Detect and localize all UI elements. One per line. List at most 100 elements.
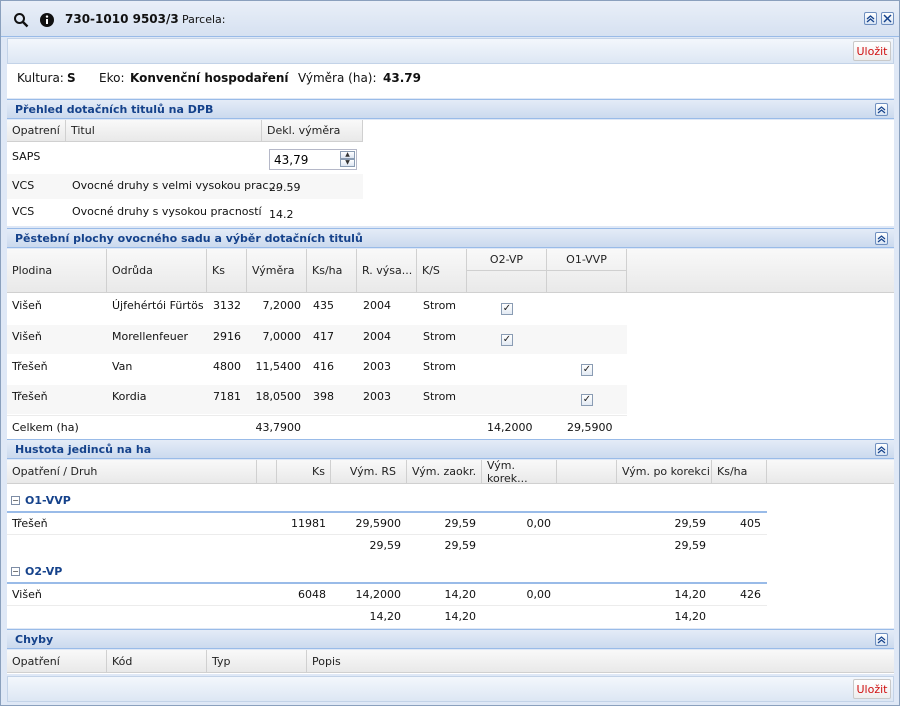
collapse-section-icon[interactable]	[875, 103, 888, 116]
column-header-opatreni[interactable]: Opatrení	[7, 120, 66, 141]
table-row[interactable]: Višeň Újfehértói Fürtös 3132 7,2000 435 …	[7, 294, 627, 324]
total-vymera: 43,7900	[255, 421, 302, 434]
column-header-titul[interactable]: Titul	[66, 120, 262, 141]
grid-header: Opatření / Druh Ks Vým. RS Vým. zaokr. V…	[7, 459, 894, 485]
cell-vym-po-korekci: 29,59	[674, 517, 707, 530]
column-header-typ[interactable]: Typ	[207, 650, 307, 672]
table-row[interactable]: Třešeň Kordia 7181 18,0500 398 2003 Stro…	[7, 385, 627, 414]
table-row[interactable]: VCS Ovocné druhy s vysokou pracností 14.…	[7, 200, 363, 225]
cell-ksha: 417	[313, 330, 334, 343]
collapse-group-icon[interactable]: −	[11, 567, 20, 576]
sum-vym-rs: 29,59	[369, 539, 402, 552]
section-dotacni-tituly-header[interactable]: Přehled dotačních titulů na DPB	[7, 99, 894, 119]
sum-vym-zaokr: 29,59	[444, 539, 477, 552]
parcela-label: Parcela:	[182, 13, 226, 26]
column-header-opatreni[interactable]: Opatření	[7, 650, 107, 672]
column-header-ksha[interactable]: Ks/ha	[307, 249, 357, 292]
total-label: Celkem (ha)	[12, 421, 79, 434]
kultura-value: S	[67, 71, 76, 85]
sum-vym-po-korekci: 14,20	[674, 610, 707, 623]
cell-ks: 4800	[213, 360, 241, 373]
column-header-o2-vp[interactable]: O2-VP	[467, 249, 547, 271]
cell-ks: 2916	[213, 330, 241, 343]
grid-header: Opatření Kód Typ Popis	[7, 650, 894, 673]
column-header-vym-korekce[interactable]: Vým. korek...	[482, 459, 557, 485]
column-header-odruda[interactable]: Odrůda	[107, 249, 207, 292]
spinner-down-icon[interactable]: ▼	[340, 159, 355, 167]
column-header-vymera[interactable]: Výměra	[247, 249, 307, 292]
window-titlebar: 730-1010 9503/3 Parcela:	[1, 1, 899, 37]
o2-vp-checkbox[interactable]: ✓	[501, 303, 513, 315]
cell-vym-po-korekci: 14,20	[674, 588, 707, 601]
vymera-value: 43.79	[383, 71, 421, 85]
collapse-section-icon[interactable]	[875, 443, 888, 456]
cell-odruda: Van	[112, 360, 133, 373]
table-row[interactable]: Višeň 6048 14,2000 14,20 0,00 14,20 426	[7, 584, 767, 605]
table-row[interactable]: SAPS ▲ ▼	[7, 143, 363, 173]
cell-vymera: 18,0500	[255, 390, 302, 403]
group-header-o1-vvp[interactable]: − O1-VVP	[7, 492, 767, 513]
column-subheader	[547, 271, 627, 293]
spinner-up-icon[interactable]: ▲	[340, 151, 355, 159]
cell-rok: 2003	[363, 360, 391, 373]
close-icon[interactable]	[881, 12, 894, 25]
table-total-row: Celkem (ha) 43,7900 14,2000 29,5900	[7, 415, 627, 437]
column-header-dekl-vymera[interactable]: Dekl. výměra	[262, 120, 363, 141]
dekl-vymera-spinner[interactable]: ▲ ▼	[269, 149, 357, 170]
collapse-section-icon[interactable]	[875, 232, 888, 245]
save-button-top[interactable]: Uložit	[853, 41, 891, 61]
column-header-opatreni-druh[interactable]: Opatření / Druh	[7, 460, 257, 483]
total-o2: 14,2000	[487, 421, 533, 434]
grid-header: Opatrení Titul Dekl. výměra	[7, 120, 363, 142]
cell-opatreni: SAPS	[12, 150, 41, 163]
cell-plodina: Třešeň	[12, 360, 48, 373]
column-header-kod[interactable]: Kód	[107, 650, 207, 672]
o1-vvp-checkbox[interactable]: ✓	[581, 364, 593, 376]
cell-druh: Višeň	[12, 588, 42, 601]
collapse-section-icon[interactable]	[875, 633, 888, 646]
info-icon[interactable]	[39, 12, 55, 28]
group-title: O1-VVP	[25, 494, 71, 507]
column-header-vym-rs[interactable]: Vým. RS	[331, 460, 407, 483]
cell-ksha: 416	[313, 360, 334, 373]
column-header-rok-vysadby[interactable]: R. výsa...	[357, 249, 417, 292]
search-icon[interactable]	[13, 12, 29, 28]
cell-vym-rs: 29,5900	[355, 517, 402, 530]
group-header-o2-vp[interactable]: − O2-VP	[7, 563, 767, 584]
column-header-ksha[interactable]: Ks/ha	[712, 460, 767, 483]
column-header-vym-po-korekci[interactable]: Vým. po korekci	[617, 460, 712, 483]
dekl-vymera-input[interactable]	[271, 151, 339, 168]
column-header-ks-type[interactable]: K/S	[417, 249, 467, 292]
sum-vym-zaokr: 14,20	[444, 610, 477, 623]
section-title: Hustota jedinců na ha	[15, 443, 152, 456]
cell-ks: 6048	[298, 588, 326, 601]
info-bar: Kultura: S Eko: Konvenční hospodaření Vý…	[7, 64, 894, 98]
cell-rok: 2004	[363, 299, 391, 312]
cell-odruda: Kordia	[112, 390, 147, 403]
grid-header: Plodina Odrůda Ks Výměra Ks/ha R. výsa..…	[7, 249, 894, 293]
eko-value: Konvenční hospodaření	[130, 71, 289, 85]
collapse-group-icon[interactable]: −	[11, 496, 20, 505]
column-header-plodina[interactable]: Plodina	[7, 249, 107, 292]
section-hustota-header[interactable]: Hustota jedinců na ha	[7, 439, 894, 459]
group-summary-row: 14,20 14,20 14,20	[7, 605, 767, 626]
cell-ksha: 435	[313, 299, 334, 312]
dotacni-tituly-grid: Opatrení Titul Dekl. výměra SAPS ▲ ▼ VCS…	[7, 120, 894, 226]
cell-vym-zaokr: 29,59	[444, 517, 477, 530]
section-pestebni-plochy-header[interactable]: Pěstební plochy ovocného sadu a výběr do…	[7, 228, 894, 248]
table-row[interactable]: Višeň Morellenfeuer 2916 7,0000 417 2004…	[7, 325, 627, 354]
column-header-popis[interactable]: Popis	[307, 650, 894, 672]
column-header-o1-vvp[interactable]: O1-VVP	[547, 249, 627, 271]
column-header-vym-zaokr[interactable]: Vým. zaokr.	[407, 460, 482, 483]
table-row[interactable]: Třešeň Van 4800 11,5400 416 2003 Strom ✓	[7, 355, 627, 384]
save-button-bottom[interactable]: Uložit	[853, 679, 891, 699]
column-header-ks[interactable]: Ks	[207, 249, 247, 292]
section-chyby-header[interactable]: Chyby	[7, 629, 894, 649]
o1-vvp-checkbox[interactable]: ✓	[581, 394, 593, 406]
cell-vym-korekce: 0,00	[526, 588, 552, 601]
table-row[interactable]: Třešeň 11981 29,5900 29,59 0,00 29,59 40…	[7, 513, 767, 534]
collapse-window-icon[interactable]	[864, 12, 877, 25]
column-header-ks[interactable]: Ks	[277, 460, 331, 483]
table-row[interactable]: VCS Ovocné druhy s velmi vysokou prac...…	[7, 174, 363, 199]
o2-vp-checkbox[interactable]: ✓	[501, 334, 513, 346]
